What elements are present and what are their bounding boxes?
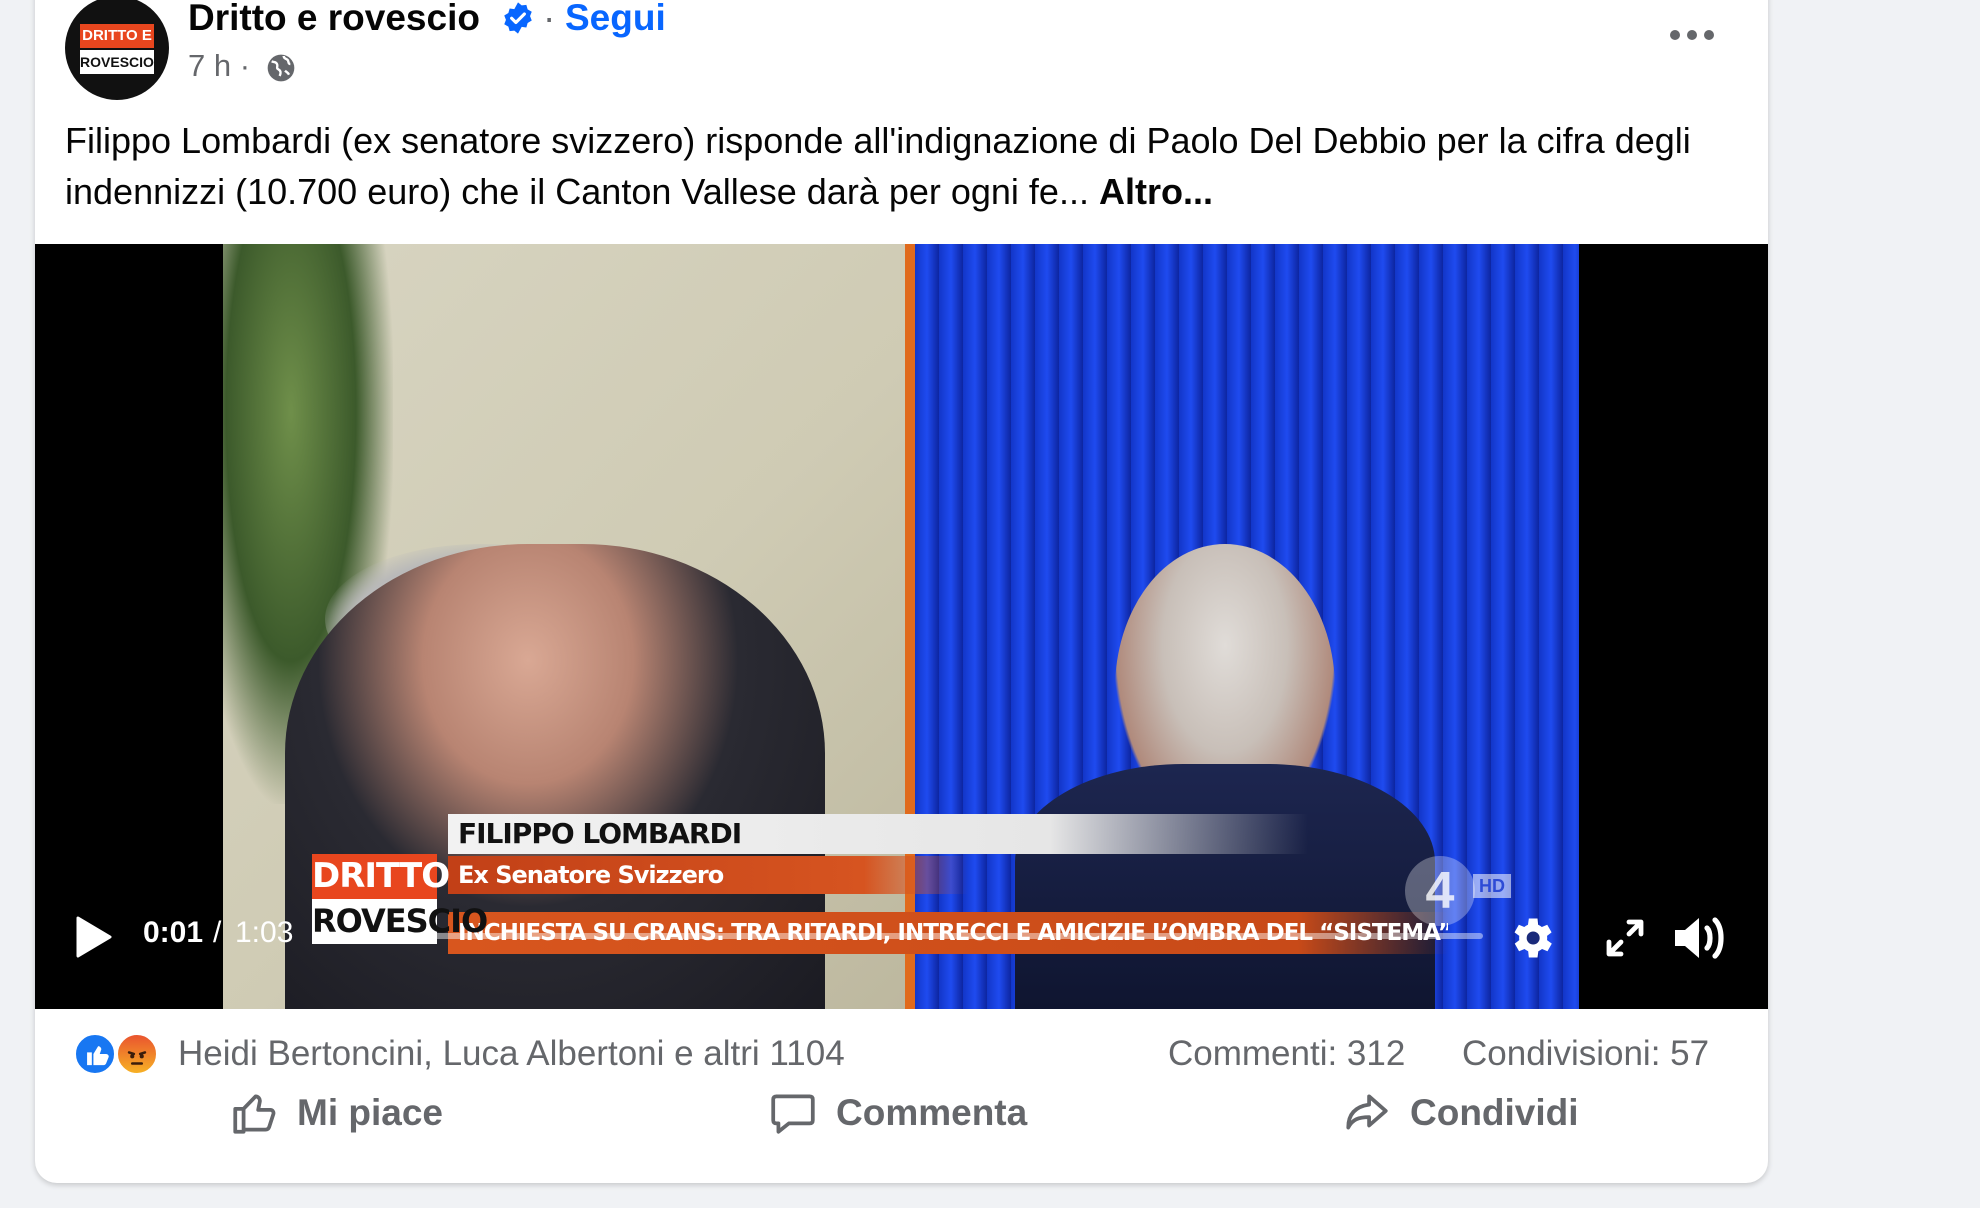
page-name[interactable]: Dritto e rovescio — [188, 0, 480, 39]
speaker-right — [1015, 764, 1435, 1009]
settings-icon[interactable] — [1505, 912, 1557, 964]
show-logo-top: DRITTO E — [312, 854, 450, 941]
angry-reaction-icon — [115, 1032, 159, 1076]
volume-icon[interactable] — [1669, 910, 1729, 966]
caption-role: Ex Senatore Svizzero — [448, 856, 968, 894]
fullscreen-icon[interactable] — [1601, 914, 1649, 962]
like-reaction-icon — [73, 1032, 117, 1076]
comment-icon — [771, 1094, 815, 1134]
avatar-logo-top: DRITTO E — [80, 24, 154, 48]
shares-count[interactable]: Condivisioni: 57 — [1462, 1034, 1709, 1074]
progress-bar[interactable] — [333, 933, 1483, 939]
share-icon — [1346, 1094, 1388, 1130]
post-card: DRITTO E ROVESCIO Dritto e rovescio · Se… — [35, 0, 1768, 1183]
see-more-link[interactable]: Altro... — [1099, 171, 1213, 212]
thumbs-up-icon — [233, 1094, 276, 1134]
more-icon[interactable] — [1665, 20, 1719, 50]
post-text: Filippo Lombardi (ex senatore svizzero) … — [65, 115, 1745, 217]
post-timestamp[interactable]: 7 h · — [188, 48, 250, 84]
comment-label: Commenta — [836, 1092, 1028, 1133]
progress-fill — [333, 933, 352, 939]
share-button[interactable]: Condividi — [1342, 1078, 1579, 1148]
channel-badge: 4 — [1405, 856, 1475, 926]
share-label: Condividi — [1410, 1092, 1579, 1133]
split-divider — [905, 244, 915, 1009]
video-duration: 1:03 — [235, 916, 294, 949]
globe-icon — [267, 54, 295, 82]
post-body: Filippo Lombardi (ex senatore svizzero) … — [65, 120, 1691, 212]
name-separator: · — [543, 0, 556, 38]
like-button[interactable]: Mi piace — [229, 1078, 443, 1148]
page-avatar[interactable]: DRITTO E ROVESCIO — [65, 0, 169, 100]
play-icon[interactable] — [73, 914, 113, 960]
verified-icon — [504, 2, 532, 34]
current-time: 0:01 — [143, 916, 204, 949]
hd-badge: HD — [1473, 874, 1511, 898]
like-label: Mi piace — [297, 1092, 443, 1133]
reactors-list[interactable]: Heidi Bertoncini, Luca Albertoni e altri… — [178, 1034, 845, 1074]
time-separator: / — [213, 916, 222, 949]
comment-button[interactable]: Commenta — [768, 1078, 1027, 1148]
video-player[interactable]: FILIPPO LOMBARDI Ex Senatore Svizzero IN… — [35, 244, 1768, 1009]
avatar-logo-bottom: ROVESCIO — [80, 50, 154, 74]
caption-name: FILIPPO LOMBARDI — [448, 814, 1308, 854]
action-bar: Mi piace Commenta Condividi — [35, 1078, 1768, 1158]
follow-button[interactable]: Segui — [565, 0, 666, 39]
comments-count[interactable]: Commenti: 312 — [1168, 1034, 1405, 1074]
